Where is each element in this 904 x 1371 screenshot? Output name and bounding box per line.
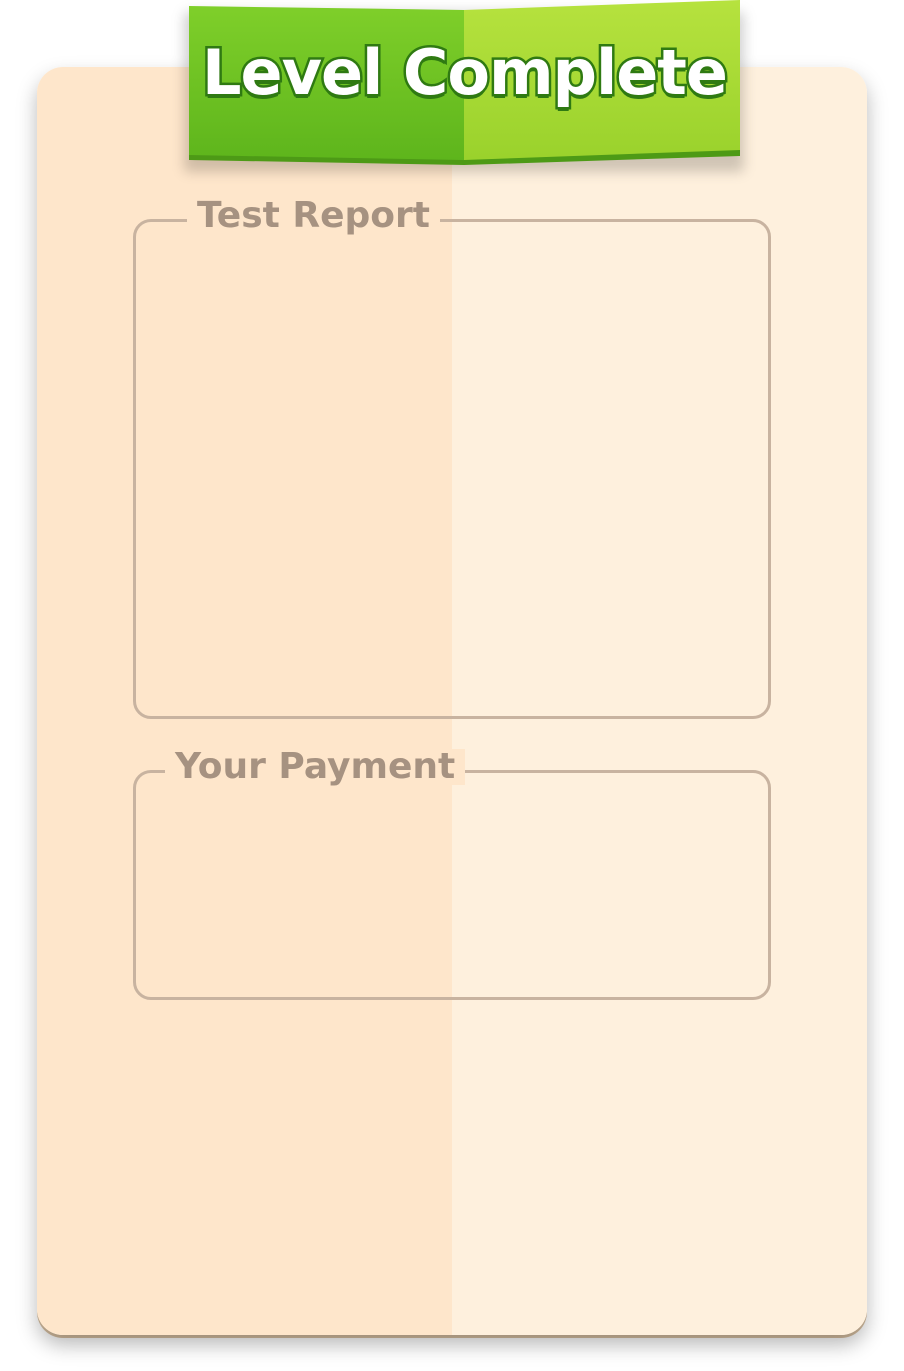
level-complete-screen: Level Complete Test Report Your Payment [0, 0, 904, 1371]
banner-title: Level Complete [200, 36, 731, 109]
your-payment-panel [133, 770, 771, 1000]
level-complete-banner: Level Complete [189, 0, 740, 165]
your-payment-label: Your Payment [165, 749, 466, 785]
test-report-label: Test Report [187, 198, 440, 234]
test-report-panel [133, 219, 771, 719]
